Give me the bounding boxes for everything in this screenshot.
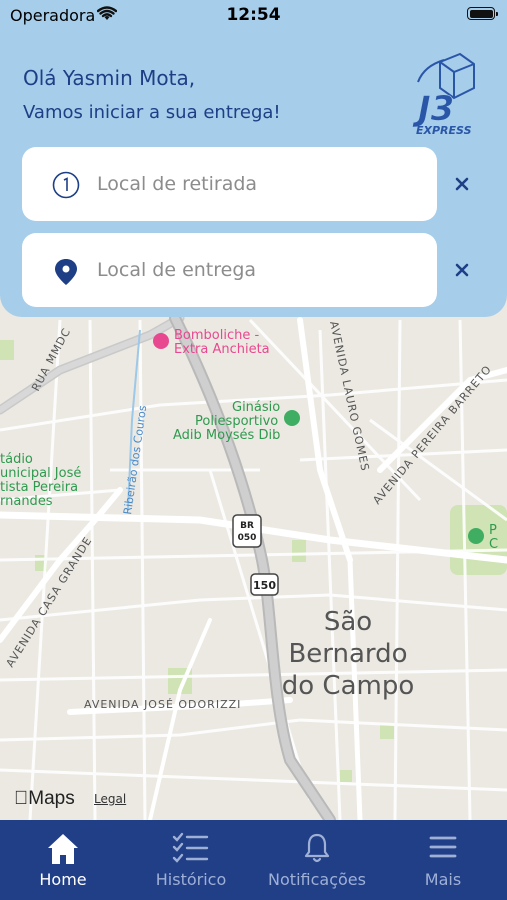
j3-express-logo: J3 EXPRESS	[412, 52, 475, 137]
city-label-line2: Bernardo	[288, 639, 407, 669]
location-pin-icon	[55, 259, 77, 285]
highway-shield-150: 150	[250, 573, 279, 596]
greeting-title: Olá Yasmin Mota,	[23, 66, 196, 90]
home-icon	[48, 834, 78, 864]
greeting-subtitle: Vamos iniciar a sua entrega!	[23, 102, 281, 123]
apple-maps-attribution: Maps	[14, 788, 75, 809]
tab-mais[interactable]: Mais	[398, 820, 488, 900]
poi-gym-line1[interactable]: Ginásio	[232, 400, 280, 415]
svg-text:050: 050	[238, 533, 257, 543]
highway-shield-br050: BR 050	[232, 514, 262, 548]
dropoff-placeholder: Local de entrega	[97, 259, 257, 281]
status-time: 12:54	[226, 5, 281, 25]
poi-gym-line3[interactable]: Adib Moysés Dib	[173, 428, 280, 443]
poi-stadium-line3[interactable]: tista Pereira	[0, 480, 78, 495]
checklist-icon	[172, 832, 209, 863]
poi-gym-line2[interactable]: Poliesportivo	[195, 414, 278, 429]
tab-notificacoes[interactable]: Notificações	[262, 820, 372, 900]
poi-bomboliche-line2[interactable]: Extra Anchieta	[174, 342, 270, 357]
road-label-odorizzi: AVENIDA JOSÉ ODORIZZI	[84, 698, 241, 711]
poi-stadium-line4[interactable]: rnandes	[0, 494, 53, 509]
poi-stadium-line2[interactable]: unicipal José	[0, 466, 81, 481]
store-poi-icon[interactable]	[153, 333, 169, 349]
park-poi-icon[interactable]	[468, 528, 484, 544]
clear-pickup-icon[interactable]	[450, 172, 474, 196]
dropoff-location-field[interactable]: Local de entrega	[22, 233, 437, 307]
poi-bomboliche-line1[interactable]: Bomboliche -	[174, 328, 259, 343]
menu-icon	[429, 836, 457, 858]
tab-historico[interactable]: Histórico	[146, 820, 236, 900]
gym-poi-icon[interactable]	[284, 410, 300, 426]
map-legal-link[interactable]: Legal	[94, 792, 126, 806]
poi-stadium-line1[interactable]: tádio	[0, 452, 33, 467]
tab-notificacoes-label: Notificações	[268, 870, 366, 889]
city-label-line3: do Campo	[282, 671, 415, 701]
svg-text:EXPRESS: EXPRESS	[416, 124, 472, 137]
svg-text:150: 150	[253, 579, 276, 592]
pickup-placeholder: Local de retirada	[97, 173, 258, 195]
bottom-tab-bar: Home Histórico Notificações Mais	[0, 820, 507, 900]
clear-dropoff-icon[interactable]	[450, 258, 474, 282]
battery-icon	[467, 7, 498, 20]
svg-text:BR: BR	[240, 521, 254, 531]
bell-icon	[304, 833, 330, 863]
poi-park-line1[interactable]: P	[489, 523, 497, 538]
tab-historico-label: Histórico	[155, 870, 227, 889]
tab-home[interactable]: Home	[18, 820, 108, 900]
number-one-circle-icon	[52, 171, 80, 199]
tab-home-label: Home	[39, 870, 87, 889]
poi-park-line2[interactable]: C	[489, 537, 498, 552]
apple-logo-icon: 	[14, 788, 28, 809]
status-bar: Operadora 12:54	[0, 0, 507, 30]
tab-mais-label: Mais	[424, 870, 462, 889]
city-label-line1: São	[324, 607, 372, 637]
header-panel: Operadora 12:54 Olá Yasmin Mota, Vamos i…	[0, 0, 507, 317]
svg-text:J3: J3	[412, 89, 454, 129]
pickup-location-field[interactable]: Local de retirada	[22, 147, 437, 221]
